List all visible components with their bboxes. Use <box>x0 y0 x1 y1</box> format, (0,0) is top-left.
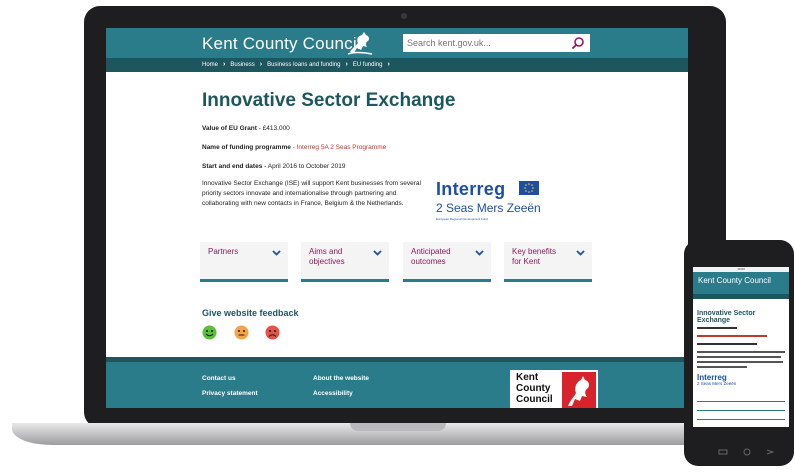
programme-info: Name of funding programme - Interreg 5A … <box>202 144 386 151</box>
accordion-label: Key benefits for Kent <box>512 247 557 266</box>
kcc-horse-icon <box>562 372 596 408</box>
phone-text-line <box>697 327 737 329</box>
camera-icon <box>401 13 407 19</box>
feedback-title: Give website feedback <box>202 308 299 318</box>
site-footer <box>106 357 688 408</box>
interreg-subtitle: 2 Seas Mers Zeeën <box>436 201 541 215</box>
happy-face-icon[interactable] <box>202 325 217 340</box>
phone-accordion[interactable] <box>697 395 785 402</box>
grant-value: - £413,000 <box>258 125 290 132</box>
laptop-notch <box>350 423 446 431</box>
programme-link[interactable]: - Interreg 5A 2 Seas Programme <box>293 144 387 151</box>
phone-accordion[interactable] <box>697 413 785 420</box>
phone-accordion[interactable] <box>697 422 785 427</box>
phone-text-line <box>697 361 783 363</box>
breadcrumb-home[interactable]: Home <box>202 62 218 68</box>
interreg-word: Interreg <box>436 179 506 199</box>
search-box <box>403 34 590 52</box>
breadcrumb-business[interactable]: Business <box>230 62 254 68</box>
grant-info: Value of EU Grant - £413,000 <box>202 125 290 132</box>
accordion-partners[interactable]: Partners <box>200 242 288 282</box>
interreg-tagline: European Regional Development Fund <box>436 217 488 221</box>
phone-text-line <box>697 356 781 358</box>
site-title[interactable]: Kent County Council <box>202 34 361 54</box>
phone-text-line <box>697 366 747 368</box>
horse-logo-icon <box>347 32 373 55</box>
phone-text-line <box>697 335 767 337</box>
breadcrumb-business-loans[interactable]: Business loans and funding <box>267 62 340 68</box>
neutral-face-icon[interactable] <box>234 325 249 340</box>
phone-nav-buttons-icon <box>718 448 775 456</box>
dates-value: - April 2016 to October 2019 <box>264 163 346 170</box>
footer-link-about[interactable]: About the website <box>313 375 369 382</box>
phone-accordion[interactable] <box>697 404 785 411</box>
chevron-right-icon: › <box>223 61 226 68</box>
search-input[interactable] <box>403 34 568 52</box>
chevron-down-icon <box>373 250 382 256</box>
site-header: Kent County Council <box>106 28 688 58</box>
page-title: Innovative Sector Exchange <box>202 90 456 111</box>
phone-page-title: Innovative Sector Exchange <box>697 310 756 324</box>
chevron-down-icon <box>272 250 281 256</box>
phone-text-line <box>697 351 785 353</box>
kcc-logo: Kent County Council <box>510 370 598 408</box>
accordion-label: Partners <box>208 247 239 256</box>
search-icon[interactable] <box>571 36 585 50</box>
chevron-right-icon: › <box>387 61 390 68</box>
chevron-down-icon <box>475 250 484 256</box>
kcc-logo-text: Kent County Council <box>516 372 553 405</box>
interreg-logo: Interreg 2 Seas Mers Zeeën European Regi… <box>436 179 546 224</box>
footer-link-accessibility[interactable]: Accessibility <box>313 390 353 397</box>
footer-link-privacy[interactable]: Privacy statement <box>202 390 258 397</box>
grant-label: Value of EU Grant <box>202 125 257 132</box>
dates-info: Start and end dates - April 2016 to Octo… <box>202 163 345 170</box>
accordion-label: Aims and objectives <box>309 247 345 266</box>
phone-text-line <box>697 343 757 345</box>
accordion-aims[interactable]: Aims and objectives <box>301 242 389 282</box>
chevron-down-icon <box>576 250 585 256</box>
phone-breadcrumb <box>693 294 789 299</box>
chevron-right-icon: › <box>259 61 263 68</box>
chevron-right-icon: › <box>345 61 348 68</box>
footer-link-contact[interactable]: Contact us <box>202 375 236 382</box>
accordion-outcomes[interactable]: Anticipated outcomes <box>403 242 491 282</box>
laptop-screen: Kent County Council Home › Business › Bu… <box>106 28 688 408</box>
phone-site-title[interactable]: Kent County Council <box>698 276 771 285</box>
eu-flag-icon <box>519 181 539 195</box>
phone-interreg-subtitle: 2 Seas Mers Zeeën <box>697 381 737 386</box>
sad-face-icon[interactable] <box>265 325 280 340</box>
project-description: Innovative Sector Exchange (ISE) will su… <box>202 180 421 207</box>
dates-label: Start and end dates <box>202 163 263 170</box>
accordion-benefits[interactable]: Key benefits for Kent <box>504 242 592 282</box>
breadcrumb: Home › Business › Business loans and fun… <box>106 58 688 72</box>
phone-screen: 10:00 Kent County Council Innovative Sec… <box>693 267 789 427</box>
accordion-label: Anticipated outcomes <box>411 247 451 266</box>
breadcrumb-eu-funding[interactable]: EU funding <box>353 62 383 68</box>
programme-label: Name of funding programme <box>202 144 291 151</box>
